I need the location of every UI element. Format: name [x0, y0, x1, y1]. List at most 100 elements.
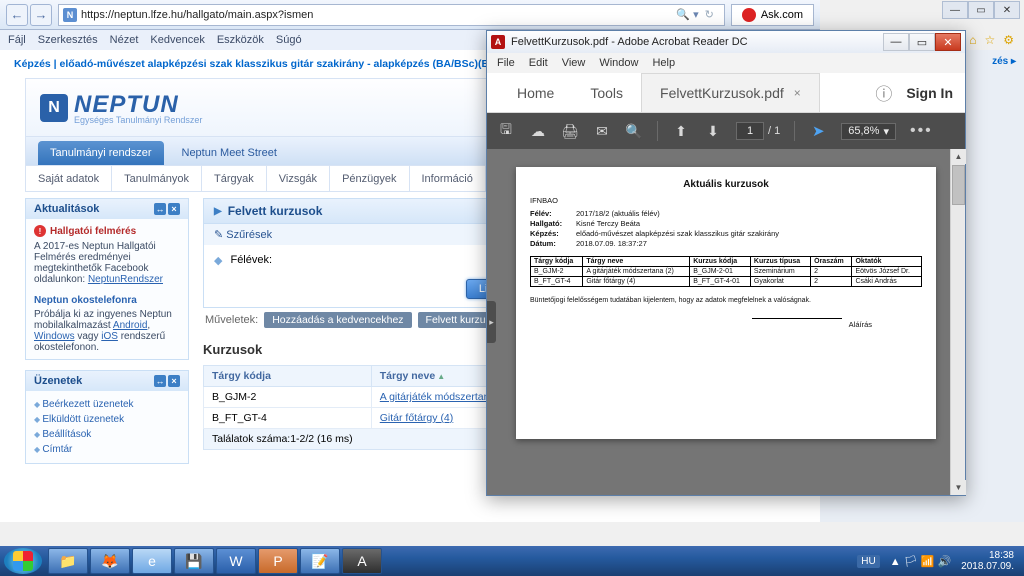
home-icon[interactable]: ⌂: [969, 33, 976, 47]
system-tray: HU ▲ 🏳 📶 🔊 18:38 2018.07.09.: [857, 550, 1020, 572]
gear-icon[interactable]: ⚙: [1003, 33, 1014, 47]
subtab-penzugyek[interactable]: Pénzügyek: [330, 166, 409, 191]
col-code[interactable]: Tárgy kódja: [204, 366, 372, 387]
alert-link[interactable]: NeptunRendszer: [88, 274, 163, 285]
subtab-tanulmanyok[interactable]: Tanulmányok: [112, 166, 202, 191]
acrobat-sign-in[interactable]: Sign In: [906, 85, 953, 101]
msg-sent[interactable]: Elküldött üzenetek: [34, 412, 180, 427]
taskbar-save-icon[interactable]: 💾: [174, 548, 214, 574]
tab-meet-street[interactable]: Neptun Meet Street: [170, 141, 289, 165]
acrobat-tab-tools[interactable]: Tools: [572, 73, 641, 112]
scroll-up-icon[interactable]: ▲: [951, 149, 966, 164]
search-provider-label: Ask.com: [761, 9, 803, 21]
acrobat-menu-edit[interactable]: Edit: [529, 57, 548, 69]
menu-favorites[interactable]: Kedvencek: [150, 34, 204, 46]
back-button[interactable]: ←: [6, 4, 28, 26]
filter-label: Félévek:: [230, 254, 272, 266]
subtab-sajat-adatok[interactable]: Saját adatok: [26, 166, 112, 191]
mail-icon[interactable]: ✉: [593, 122, 611, 140]
pdf-th: Tárgy kódja: [531, 257, 583, 267]
zoom-select[interactable]: 65,8% ▾: [841, 123, 896, 140]
pdf-th: Óraszám: [811, 257, 852, 267]
acrobat-tab-home[interactable]: Home: [499, 73, 572, 112]
neptun-logo-icon: N: [40, 94, 68, 122]
box2-close-icon[interactable]: ×: [168, 375, 180, 387]
menu-view[interactable]: Nézet: [110, 34, 139, 46]
box2-logout-icon[interactable]: ↔: [154, 375, 166, 387]
phone-title[interactable]: Neptun okostelefonra: [34, 295, 180, 306]
cloud-icon[interactable]: ☁: [529, 122, 547, 140]
select-cursor-icon[interactable]: ➤: [809, 122, 827, 140]
link-android[interactable]: Android: [113, 320, 147, 331]
tray-icons[interactable]: ▲ 🏳 📶 🔊: [890, 555, 951, 568]
taskbar-word-icon[interactable]: W: [216, 548, 256, 574]
search-icon[interactable]: 🔍: [625, 122, 643, 140]
subtab-vizsgak[interactable]: Vizsgák: [267, 166, 330, 191]
cell-code: B_GJM-2: [204, 387, 372, 408]
scroll-down-icon[interactable]: ▼: [951, 480, 966, 495]
pdf-table: Tárgy kódja Tárgy neve Kurzus kódja Kurz…: [530, 256, 922, 287]
refresh-icon[interactable]: ↻: [705, 8, 714, 21]
acrobat-maximize-button[interactable]: ▭: [909, 33, 935, 51]
taskbar-powerpoint-icon[interactable]: P: [258, 548, 298, 574]
taskbar-notepad-icon[interactable]: 📝: [300, 548, 340, 574]
search-provider-tab[interactable]: Ask.com: [731, 4, 814, 26]
acrobat-menu-help[interactable]: Help: [652, 57, 675, 69]
msg-inbox[interactable]: Beérkezett üzenetek: [34, 397, 180, 412]
msg-settings[interactable]: Beállítások: [34, 427, 180, 442]
acrobat-menu-file[interactable]: File: [497, 57, 515, 69]
course-link[interactable]: Gitár főtárgy (4): [380, 412, 454, 424]
page-current-input[interactable]: [736, 122, 764, 140]
acrobat-menu-window[interactable]: Window: [599, 57, 638, 69]
menu-file[interactable]: Fájl: [8, 34, 26, 46]
ie-close-button[interactable]: ✕: [994, 1, 1020, 19]
search-glyph-icon[interactable]: 🔍 ▾: [676, 8, 698, 21]
taskbar-acrobat-icon[interactable]: A: [342, 548, 382, 574]
op-add-favorite[interactable]: Hozzáadás a kedvencekhez: [264, 312, 411, 328]
tab-tanulmanyi-rendszer[interactable]: Tanulmányi rendszer: [38, 141, 164, 165]
ie-minimize-button[interactable]: —: [942, 1, 968, 19]
menu-tools[interactable]: Eszközök: [217, 34, 264, 46]
print-icon[interactable]: 🖨: [561, 122, 579, 140]
taskbar-explorer-icon[interactable]: 📁: [48, 548, 88, 574]
forward-button[interactable]: →: [30, 4, 52, 26]
acrobat-document-area[interactable]: ▸ ▲ ▼ Aktuális kurzusok IFNBAO Félév:201…: [487, 149, 965, 495]
link-windows[interactable]: Windows: [34, 331, 75, 342]
address-bar[interactable]: N https://neptun.lfze.hu/hallgato/main.a…: [58, 4, 725, 26]
box-close-icon[interactable]: ×: [168, 203, 180, 215]
acrobat-side-handle-icon[interactable]: ▸: [487, 301, 496, 343]
menu-help[interactable]: Súgó: [276, 34, 302, 46]
acrobat-scrollbar[interactable]: ▲ ▼: [950, 149, 965, 495]
tray-clock[interactable]: 18:38 2018.07.09.: [961, 550, 1014, 572]
box-logout-icon[interactable]: ↔: [154, 203, 166, 215]
sort-asc-icon[interactable]: ▲: [437, 372, 445, 381]
save-icon[interactable]: 🖫: [497, 122, 515, 140]
msg-directory[interactable]: Címtár: [34, 442, 180, 457]
acrobat-titlebar[interactable]: A FelvettKurzusok.pdf - Adobe Acrobat Re…: [487, 31, 965, 53]
menu-edit[interactable]: Szerkesztés: [38, 34, 98, 46]
sidebar-box-body: Hallgatói felmérés A 2017-es Neptun Hall…: [26, 219, 188, 359]
toolbar-separator: [657, 121, 658, 141]
url-text: https://neptun.lfze.hu/hallgato/main.asp…: [81, 9, 313, 21]
subtab-informacio[interactable]: Információ: [410, 166, 486, 191]
acrobat-tab-document[interactable]: FelvettKurzusok.pdf ×: [641, 73, 820, 112]
ie-maximize-button[interactable]: ▭: [968, 1, 994, 19]
language-indicator[interactable]: HU: [857, 555, 879, 568]
acrobat-help-icon[interactable]: ⓘ: [875, 80, 892, 105]
link-ios[interactable]: iOS: [101, 331, 118, 342]
favorite-star-icon[interactable]: ☆: [984, 33, 995, 47]
page-up-icon[interactable]: ⬆: [672, 122, 690, 140]
more-tools-icon[interactable]: •••: [910, 122, 933, 140]
acrobat-close-button[interactable]: ✕: [935, 33, 961, 51]
alert-hallgatoi-felmeres[interactable]: Hallgatói felmérés: [34, 225, 180, 237]
page-down-icon[interactable]: ⬇: [704, 122, 722, 140]
acrobat-menu-view[interactable]: View: [562, 57, 586, 69]
acrobat-minimize-button[interactable]: —: [883, 33, 909, 51]
scroll-thumb[interactable]: [952, 165, 965, 205]
start-button[interactable]: [4, 548, 42, 574]
acrobat-doc-tab-close-icon[interactable]: ×: [794, 86, 801, 100]
taskbar-firefox-icon[interactable]: 🦊: [90, 548, 130, 574]
taskbar-ie-icon[interactable]: e: [132, 548, 172, 574]
subtab-targyak[interactable]: Tárgyak: [202, 166, 267, 191]
page-indicator: / 1: [736, 122, 780, 140]
